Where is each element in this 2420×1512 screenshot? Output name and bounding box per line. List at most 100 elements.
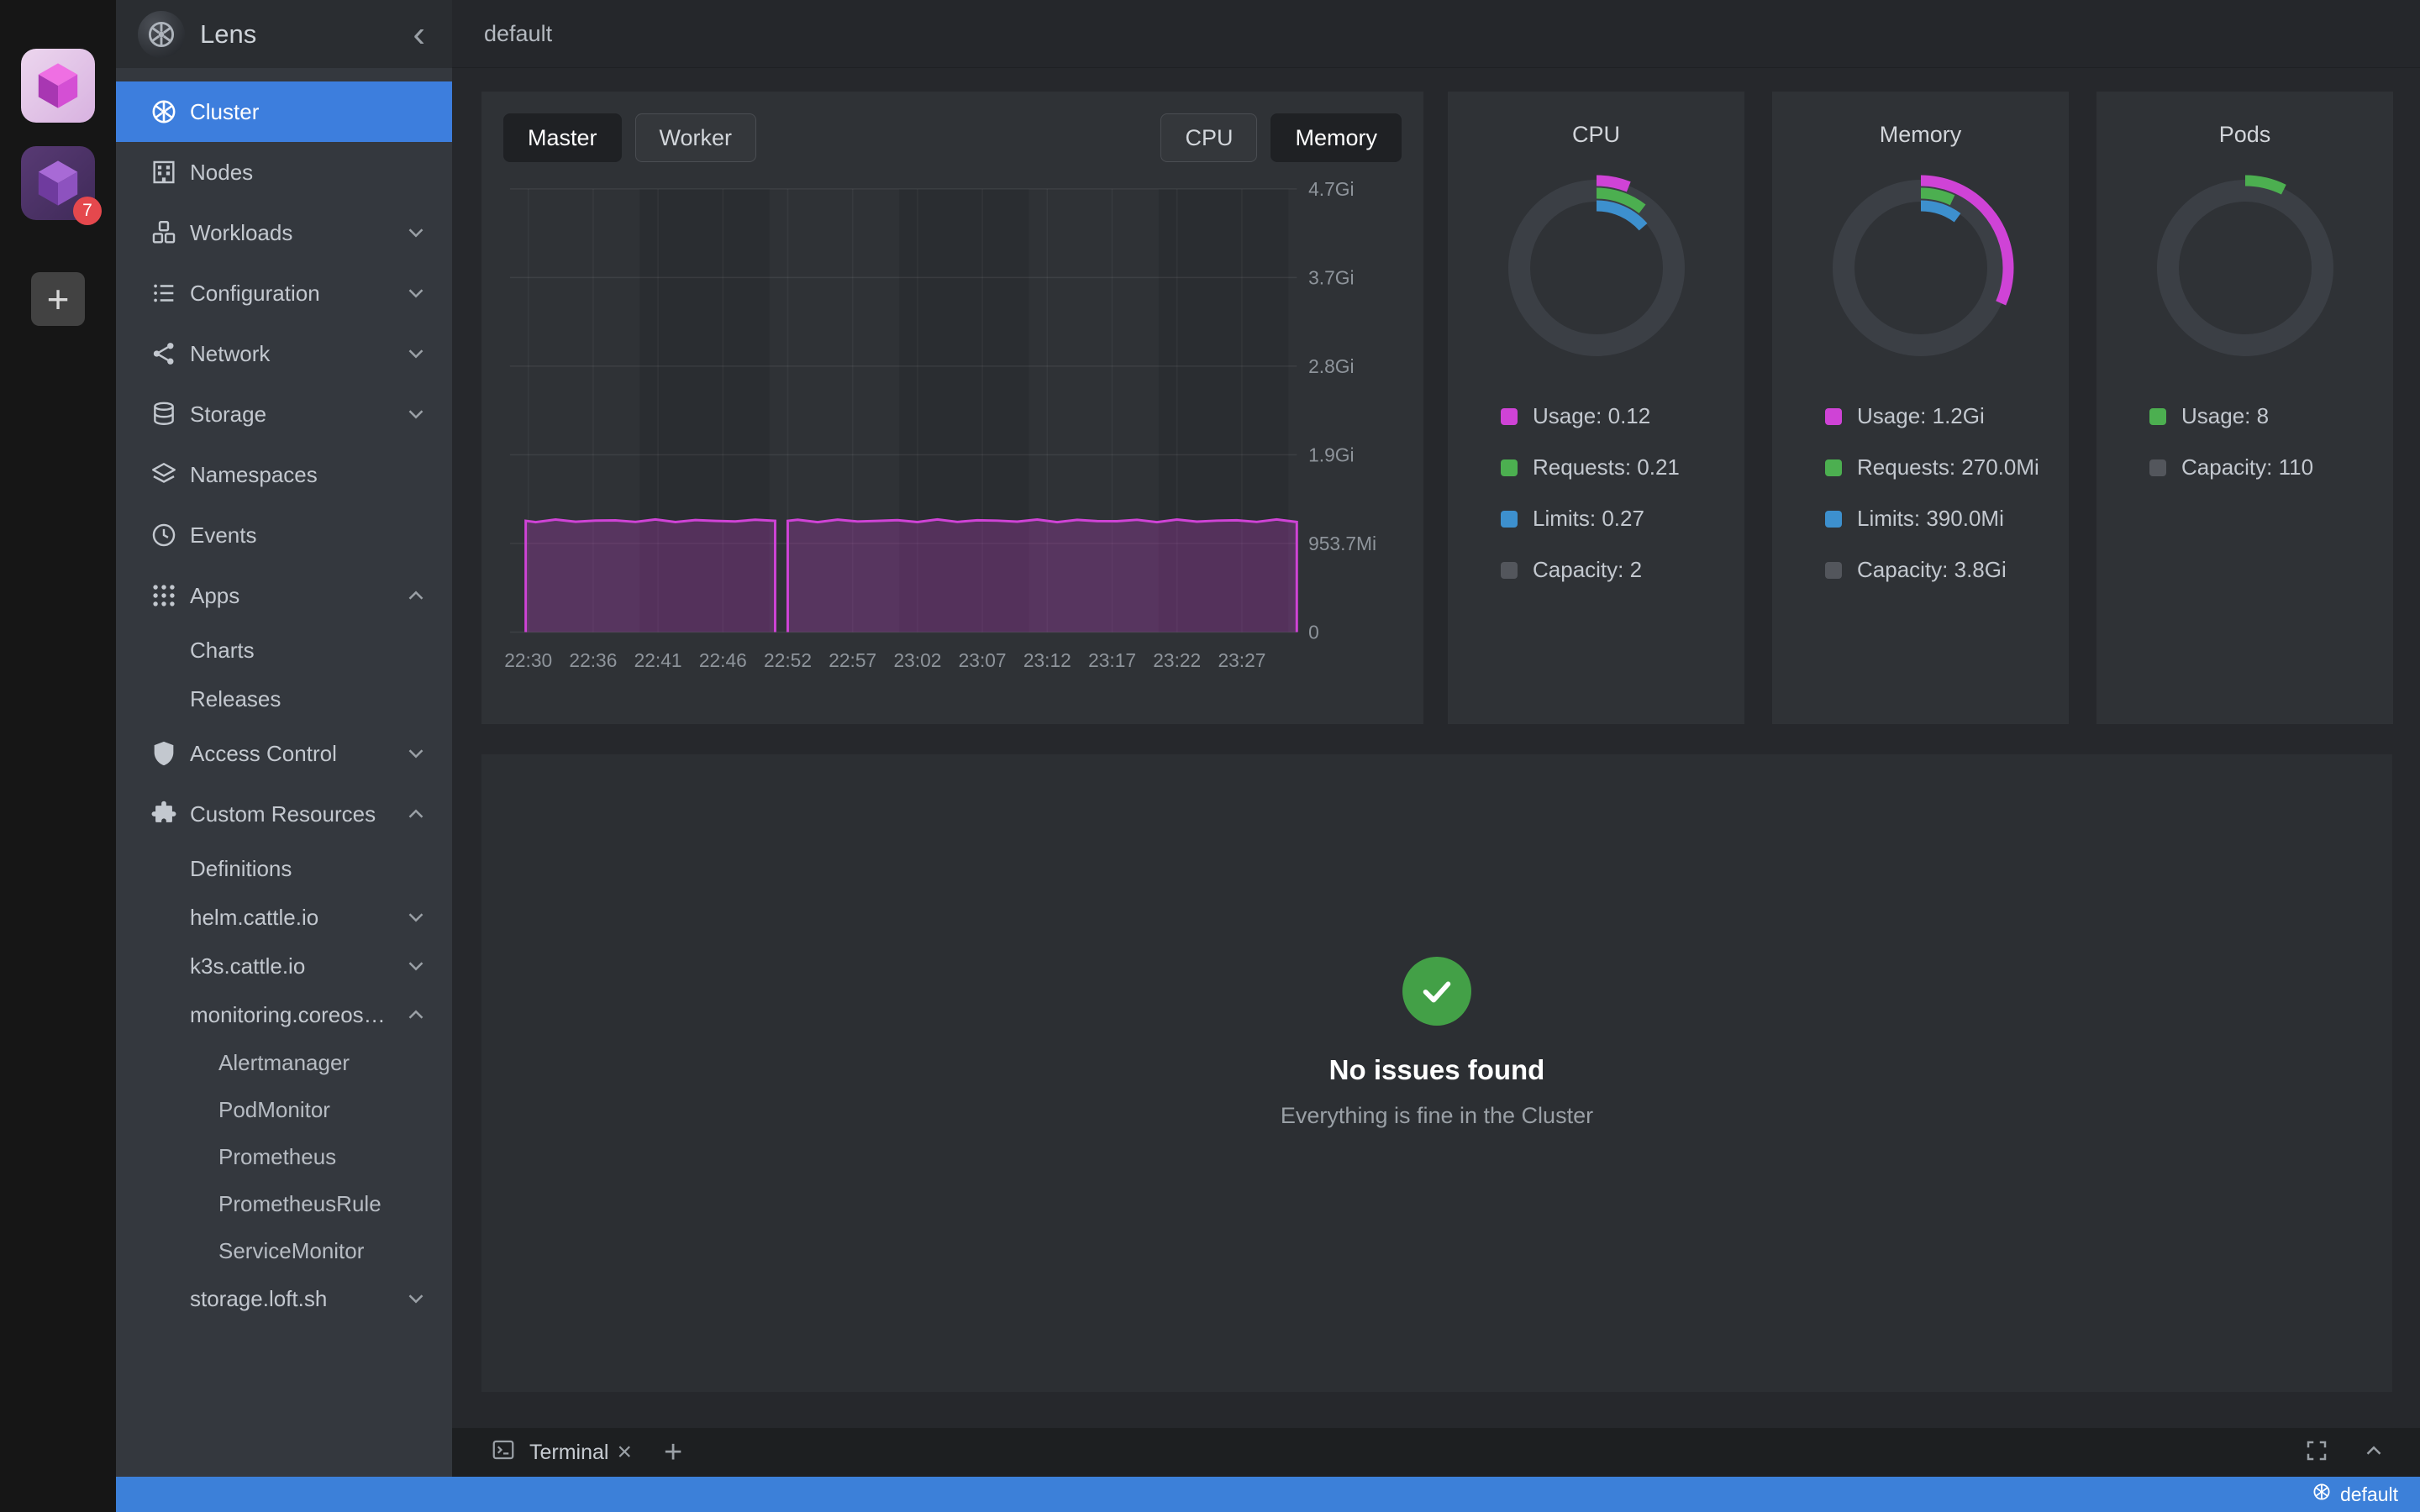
chevron-down-icon[interactable] <box>403 402 429 427</box>
chevron-down-icon[interactable] <box>403 281 429 306</box>
sidebar-item-label: Nodes <box>190 160 253 186</box>
sidebar-item-helm-cattle-io[interactable]: helm.cattle.io <box>116 893 452 942</box>
metric-legend: Usage: 0.12Requests: 0.21Limits: 0.27Cap… <box>1501 403 1680 608</box>
sidebar-item-network[interactable]: Network <box>116 323 452 384</box>
legend-item: Usage: 1.2Gi <box>1825 403 2039 429</box>
add-cluster-button[interactable]: + <box>31 272 85 326</box>
cluster-icon <box>150 97 190 126</box>
sidebar-item-servicemonitor[interactable]: ServiceMonitor <box>116 1227 452 1274</box>
sidebar-item-events[interactable]: Events <box>116 505 452 565</box>
nodes-icon <box>150 158 190 186</box>
y-axis-label: 3.7Gi <box>1308 266 1354 288</box>
x-axis-label: 22:46 <box>699 649 747 671</box>
sidebar-item-label: Storage <box>190 402 266 428</box>
lens-logo <box>138 11 185 58</box>
metric-card-title: Memory <box>1880 122 1962 148</box>
chevron-down-icon[interactable] <box>403 953 429 979</box>
access-control-icon <box>150 739 190 768</box>
notification-badge: 7 <box>73 197 102 225</box>
close-terminal-icon[interactable]: × <box>617 1438 632 1467</box>
sidebar-item-workloads[interactable]: Workloads <box>116 202 452 263</box>
x-axis-label: 23:07 <box>959 649 1007 671</box>
legend-item: Usage: 8 <box>2149 403 2313 429</box>
main-area: default MasterWorker CPUMemory 4.7Gi3.7G… <box>452 0 2420 1477</box>
custom-resources-icon <box>150 800 190 828</box>
legend-item: Usage: 0.12 <box>1501 403 1680 429</box>
sidebar-item-label: Workloads <box>190 220 292 246</box>
legend-swatch <box>1825 562 1842 579</box>
sidebar-item-releases[interactable]: Releases <box>116 675 452 723</box>
y-axis-label: 2.8Gi <box>1308 355 1354 377</box>
legend-label: Capacity: 3.8Gi <box>1857 557 2007 583</box>
chevron-down-icon[interactable] <box>403 905 429 930</box>
sidebar-item-cluster[interactable]: Cluster <box>116 81 452 142</box>
sidebar-item-custom-resources[interactable]: Custom Resources <box>116 784 452 844</box>
fullscreen-icon[interactable] <box>2304 1438 2329 1467</box>
sidebar-item-podmonitor[interactable]: PodMonitor <box>116 1086 452 1133</box>
status-bar: default <box>116 1477 2420 1512</box>
sidebar-item-prometheusrule[interactable]: PrometheusRule <box>116 1180 452 1227</box>
x-axis-label: 22:57 <box>829 649 876 671</box>
chevron-up-icon[interactable] <box>403 801 429 827</box>
sidebar-item-label: Alertmanager <box>218 1050 350 1076</box>
dock-bar: Terminal × + <box>452 1428 2420 1477</box>
metric-cards: CPUUsage: 0.12Requests: 0.21Limits: 0.27… <box>1448 92 2393 724</box>
cluster-avatar-2[interactable]: 7 <box>21 146 95 220</box>
x-axis-label: 23:17 <box>1088 649 1136 671</box>
apps-icon <box>150 581 190 610</box>
y-axis-label: 953.7Mi <box>1308 533 1376 554</box>
sidebar-item-alertmanager[interactable]: Alertmanager <box>116 1039 452 1086</box>
metric-legend: Usage: 1.2Gi Requests: 270.0Mi Limits: 390… <box>1825 403 2039 608</box>
sidebar-item-apps[interactable]: Apps <box>116 565 452 626</box>
namespaces-icon <box>150 460 190 489</box>
node-tab-master-button[interactable]: Master <box>503 113 622 162</box>
context-title: default <box>484 21 552 47</box>
legend-label: Usage: 8 <box>2181 403 2269 429</box>
cluster-overview: MasterWorker CPUMemory 4.7Gi3.7Gi2.8Gi1.… <box>452 68 2420 1428</box>
sidebar-item-label: Namespaces <box>190 462 318 488</box>
chevron-down-icon[interactable] <box>403 1286 429 1311</box>
sidebar-item-prometheus[interactable]: Prometheus <box>116 1133 452 1180</box>
chevron-down-icon[interactable] <box>403 341 429 366</box>
legend-swatch <box>2149 408 2166 425</box>
cluster-avatar-1[interactable] <box>21 49 95 123</box>
sidebar-item-monitoring-coreos[interactable]: monitoring.coreos… <box>116 990 452 1039</box>
active-namespace-chip[interactable]: default <box>2340 1483 2398 1506</box>
usage-chart: 4.7Gi3.7Gi2.8Gi1.9Gi953.7Mi022:3022:3622… <box>503 179 1402 688</box>
sidebar-item-nodes[interactable]: Nodes <box>116 142 452 202</box>
sidebar-item-storage[interactable]: Storage <box>116 384 452 444</box>
sidebar-item-access-control[interactable]: Access Control <box>116 723 452 784</box>
chevron-down-icon[interactable] <box>403 741 429 766</box>
legend-swatch <box>1825 408 1842 425</box>
sidebar-item-namespaces[interactable]: Namespaces <box>116 444 452 505</box>
metric-type-tabs: CPU Memory <box>1160 113 1402 162</box>
chevron-down-icon[interactable] <box>403 220 429 245</box>
sidebar-item-k3s-cattle-io[interactable]: k3s.cattle.io <box>116 942 452 990</box>
sidebar-item-label: Access Control <box>190 741 337 767</box>
chevron-up-icon[interactable] <box>403 583 429 608</box>
legend-item: Capacity: 3.8Gi <box>1825 557 2039 583</box>
sidebar-item-label: monitoring.coreos… <box>190 1002 386 1028</box>
sidebar-item-definitions[interactable]: Definitions <box>116 844 452 893</box>
legend-label: Capacity: 110 <box>2181 454 2313 480</box>
node-tab-worker-button[interactable]: Worker <box>635 113 757 162</box>
legend-item: Requests: 270.0Mi <box>1825 454 2039 480</box>
sidebar-item-label: Charts <box>190 638 255 664</box>
new-terminal-icon[interactable]: + <box>664 1440 682 1465</box>
terminal-tab[interactable]: Terminal <box>491 1437 608 1468</box>
metric-tab-cpu-button[interactable]: CPU <box>1160 113 1257 162</box>
sidebar-item-storage-loft-sh[interactable]: storage.loft.sh <box>116 1274 452 1323</box>
x-axis-label: 23:27 <box>1218 649 1265 671</box>
sidebar-item-charts[interactable]: Charts <box>116 626 452 675</box>
dock-expand-icon[interactable] <box>2361 1438 2386 1467</box>
x-axis-label: 23:12 <box>1023 649 1071 671</box>
sidebar-collapse-icon[interactable]: ‹ <box>408 22 430 47</box>
sidebar-item-configuration[interactable]: Configuration <box>116 263 452 323</box>
metric-tab-memory-button[interactable]: Memory <box>1270 113 1402 162</box>
donut-arc <box>1534 206 1659 330</box>
legend-item: Limits: 0.27 <box>1501 506 1680 532</box>
legend-item: Limits: 390.0Mi <box>1825 506 2039 532</box>
x-axis-label: 23:22 <box>1153 649 1201 671</box>
chevron-up-icon[interactable] <box>403 1002 429 1027</box>
workloads-icon <box>150 218 190 247</box>
